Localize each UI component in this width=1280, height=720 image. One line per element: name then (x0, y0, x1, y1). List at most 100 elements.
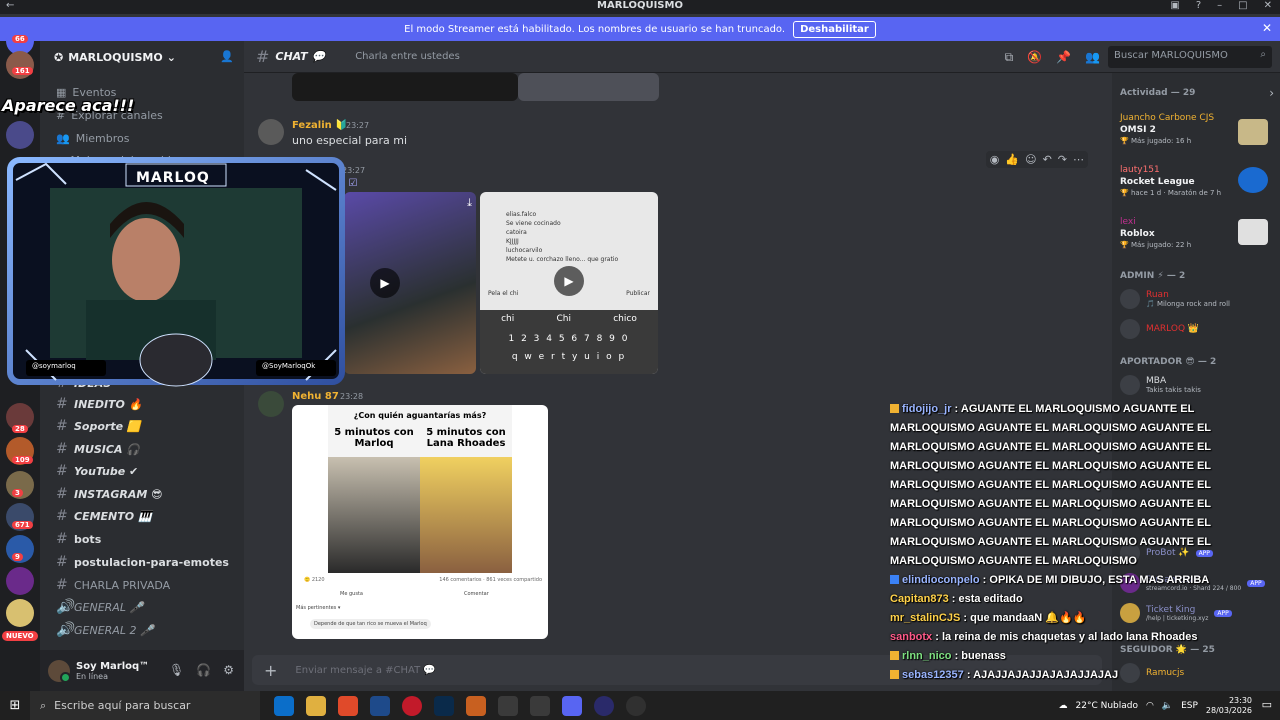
keyboard-row: q w e r t y u i o p (511, 352, 627, 362)
hash-icon: # (56, 554, 68, 570)
voice-channel-general2[interactable]: 🔊 GENERAL 2 🎤 (56, 622, 154, 638)
maximize-icon[interactable]: □ (1238, 0, 1247, 11)
sub-badge-icon (890, 404, 899, 413)
image-attachment[interactable] (518, 73, 659, 101)
channel-inedito[interactable]: # INEDITO 🔥 (56, 396, 142, 412)
chevron-right-icon[interactable]: › (1269, 86, 1274, 100)
channel-label: GENERAL 🎤 (74, 600, 144, 614)
member-list-icon[interactable]: 👥 (1085, 50, 1100, 65)
vegas-icon[interactable] (370, 695, 390, 716)
wifi-icon[interactable]: ◠ (1146, 701, 1154, 711)
window-titlebar: ← MARLOQUISMO ▣ ? – □ ✕ (0, 0, 1280, 14)
channel-label: INEDITO 🔥 (74, 397, 143, 411)
message-author[interactable]: Fezalin 🔰 (292, 120, 348, 131)
username[interactable]: Soy Marloq™ (76, 661, 149, 672)
headphones-icon[interactable]: 🎧 (196, 663, 211, 677)
channel-charla-privada[interactable]: # CHARLA PRIVADA (56, 577, 170, 593)
folder-icon[interactable] (306, 695, 326, 716)
meme-left-caption: 5 minutos con Marloq (334, 427, 414, 449)
avatar[interactable] (258, 391, 284, 417)
volume-icon[interactable]: 🔈 (1162, 701, 1173, 711)
app-icon[interactable] (466, 695, 486, 716)
edge-icon[interactable] (274, 695, 294, 716)
photoshop-icon[interactable] (434, 695, 454, 716)
taskbar-search[interactable]: ⌕ Escribe aquí para buscar (30, 691, 260, 720)
channel-bots[interactable]: # bots (56, 531, 101, 547)
add-attachment-icon[interactable]: + (264, 661, 277, 680)
help-icon[interactable]: ? (1196, 0, 1201, 11)
voice-channel-general[interactable]: 🔊 GENERAL 🎤 (56, 599, 143, 615)
weather-text[interactable]: 22°C Nublado (1076, 701, 1138, 711)
channel-instagram[interactable]: # INSTAGRAM 😎 (56, 486, 163, 502)
channel-label: YouTube ✔ (74, 464, 139, 478)
chat-username: sebas12357 (902, 669, 964, 681)
activity-card[interactable]: lauty151 Rocket League 🏆 hace 1 d · Mara… (1120, 165, 1276, 205)
message-author[interactable]: Nehu 87 (292, 391, 339, 402)
discord-icon[interactable] (562, 695, 582, 716)
channel-postulacion[interactable]: # postulacion-para-emotes (56, 554, 229, 570)
menu-members[interactable]: 👥 Miembros (56, 132, 129, 145)
minimize-icon[interactable]: – (1217, 0, 1222, 11)
capcut-icon[interactable] (498, 695, 518, 716)
download-icon[interactable]: ⤓ (467, 196, 472, 210)
channel-youtube[interactable]: # YouTube ✔ (56, 463, 138, 479)
server-icon[interactable] (6, 599, 34, 627)
member-status: Takis takis takis (1146, 386, 1201, 394)
system-tray: ☁ 22°C Nublado ◠ 🔈 ESP 23:30 28/03/2026 (1059, 691, 1253, 720)
clock[interactable]: 23:30 28/03/2026 (1206, 696, 1252, 716)
disable-streamer-button[interactable]: Deshabilitar (793, 20, 876, 38)
video-attachment[interactable]: elias.falco Se viene cocinado catoira KJ… (480, 192, 658, 374)
inbox-icon[interactable]: ▣ (1170, 0, 1179, 11)
banner-close-icon[interactable]: ✕ (1262, 21, 1272, 35)
image-attachment[interactable] (292, 73, 518, 101)
windows-start-icon[interactable]: ⊞ (0, 698, 30, 713)
mute-bell-icon[interactable]: 🔕 (1027, 50, 1042, 65)
play-icon[interactable]: ▶ (554, 266, 584, 296)
server-icon[interactable] (6, 567, 34, 595)
close-window-icon[interactable]: ✕ (1264, 0, 1272, 11)
member-item[interactable]: Ruan 🎵 Milonga rock and roll (1120, 289, 1230, 309)
pin-icon[interactable]: 📌 (1056, 50, 1071, 65)
comment-text: KJJJJJ (506, 238, 519, 245)
search-placeholder: Buscar MARLOQUISMO (1114, 50, 1228, 61)
emoji-picker-icon[interactable]: ☺ (1025, 153, 1036, 166)
meme-comment-count: 146 comentarios · 861 veces compartido (439, 577, 542, 583)
avatar[interactable] (258, 119, 284, 145)
play-icon[interactable]: ▶ (370, 268, 400, 298)
avatar[interactable] (48, 659, 71, 683)
microphone-icon[interactable]: 🎙 (169, 663, 184, 677)
invite-people-icon[interactable]: 👤 (220, 50, 234, 63)
forward-icon[interactable]: ↷ (1058, 153, 1067, 166)
notification-badge: 9 (12, 553, 23, 561)
channel-musica[interactable]: # MUSICA 🎧 (56, 441, 140, 457)
language-indicator[interactable]: ESP (1181, 701, 1198, 711)
meme-image[interactable]: ¿Con quién aguantarías más? 5 minutos co… (292, 405, 548, 639)
channel-cemento[interactable]: # CEMENTO 🎹 (56, 508, 152, 524)
more-options-icon[interactable]: ⋯ (1073, 153, 1084, 166)
member-name: Ruan (1146, 290, 1169, 300)
activity-card[interactable]: lexi Roblox 🏆 Más jugado: 22 h (1120, 217, 1276, 257)
reaction-icon[interactable]: ◉ (990, 153, 1000, 166)
member-item[interactable]: MBA Takis takis takis (1120, 375, 1201, 395)
chat-message: buenass (961, 650, 1006, 662)
video-attachment[interactable]: ▶ ⤓ (344, 192, 476, 374)
notifications-icon[interactable]: ▭ (1262, 698, 1272, 711)
obs-icon[interactable] (626, 695, 646, 716)
threads-icon[interactable]: ⧉ (1005, 50, 1014, 65)
gear-icon[interactable]: ⚙ (223, 663, 234, 677)
brave-icon[interactable] (338, 695, 358, 716)
member-item[interactable]: MARLOQ 👑 (1120, 319, 1199, 339)
opera-icon[interactable] (402, 695, 422, 716)
comment-text: Metete u. corchazo lleno... que gratio (506, 256, 619, 263)
server-badge-icon: ✪ (54, 50, 64, 64)
server-icon[interactable] (6, 121, 34, 149)
channel-header: # CHAT 💬 Charla entre ustedes ⧉ 🔕 📌 👥 Bu… (244, 41, 1280, 73)
channel-soporte[interactable]: # Soporte 🟨 (56, 418, 141, 434)
capcut-icon[interactable] (530, 695, 550, 716)
search-input[interactable]: Buscar MARLOQUISMO ⌕ (1108, 46, 1272, 68)
activity-card[interactable]: Juancho Carbone CJS OMSI 2 🏆 Más jugado:… (1120, 113, 1276, 153)
reply-icon[interactable]: ↶ (1043, 153, 1052, 166)
thumbs-up-icon[interactable]: 👍 (1005, 153, 1019, 166)
app-icon[interactable] (594, 695, 614, 716)
server-header[interactable]: ✪ MARLOQUISMO ⌄ 👤 (40, 41, 244, 73)
